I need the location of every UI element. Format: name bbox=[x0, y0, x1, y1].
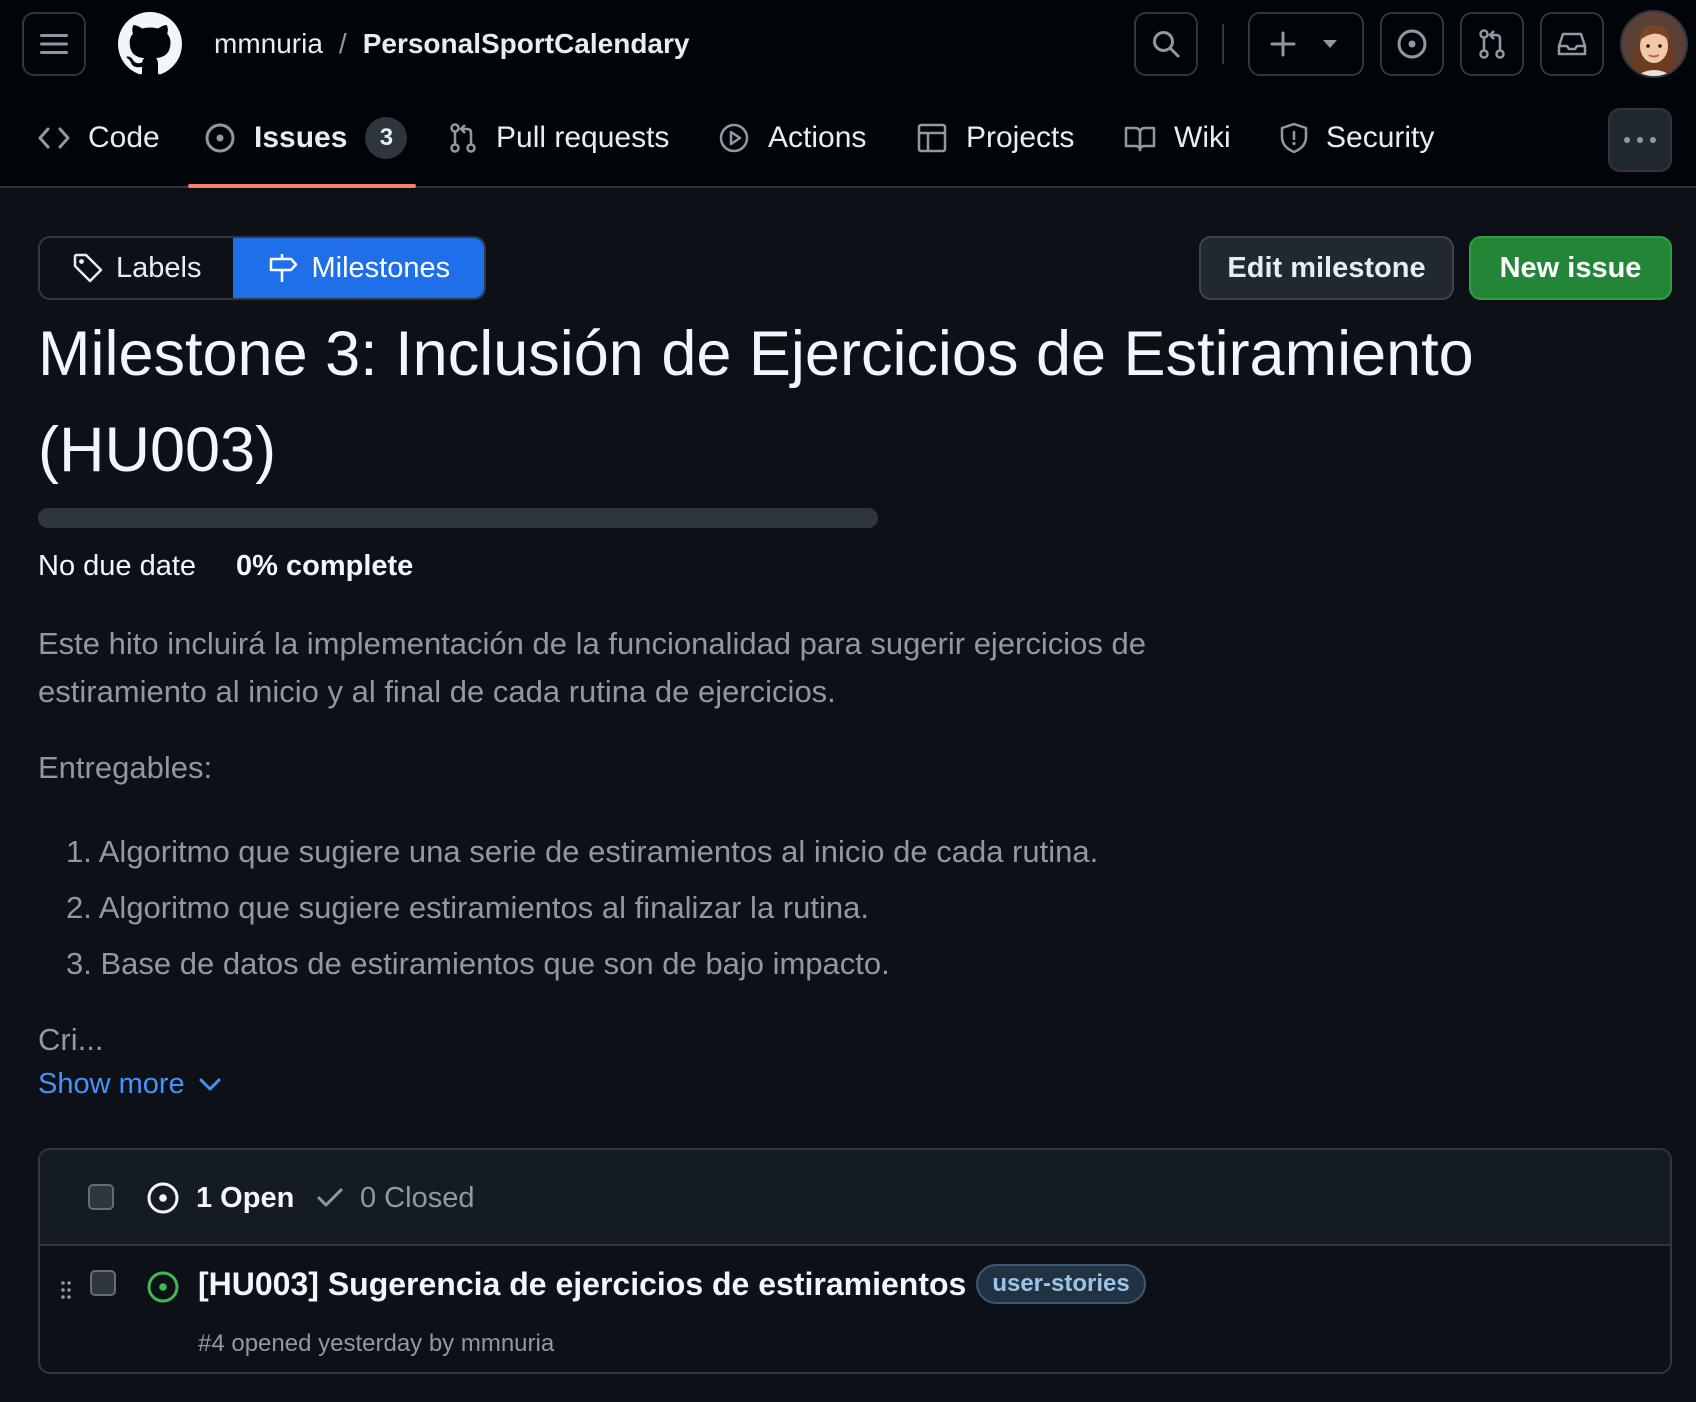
tab-projects-label: Projects bbox=[966, 121, 1075, 154]
app-header: mmnuria / PersonalSportCalendary bbox=[0, 0, 1696, 88]
tab-issues[interactable]: Issues 3 bbox=[204, 108, 408, 168]
check-icon bbox=[316, 1187, 344, 1209]
breadcrumb-separator: / bbox=[338, 28, 347, 59]
list-item: 1. Algoritmo que sugiere una serie de es… bbox=[66, 834, 1099, 869]
issue-opened-icon bbox=[1396, 28, 1428, 60]
tab-wiki-label: Wiki bbox=[1174, 121, 1231, 154]
list-item: 3. Base de datos de estiramientos que so… bbox=[66, 946, 890, 981]
milestone-meta: No due date 0% complete bbox=[38, 548, 413, 584]
tab-actions-label: Actions bbox=[768, 121, 867, 154]
milestone-description: Este hito incluirá la implementación de … bbox=[38, 626, 1146, 709]
labels-link-label: Labels bbox=[116, 251, 202, 284]
shield-icon bbox=[1280, 122, 1308, 154]
code-icon bbox=[38, 125, 70, 151]
edit-milestone-button[interactable]: Edit milestone bbox=[1199, 236, 1454, 300]
issue-checkbox[interactable] bbox=[90, 1270, 116, 1296]
tab-pull-requests[interactable]: Pull requests bbox=[448, 108, 669, 168]
deliverables-heading: Entregables: bbox=[38, 750, 213, 785]
tab-wiki[interactable]: Wiki bbox=[1124, 108, 1231, 168]
labels-link[interactable]: Labels bbox=[40, 238, 233, 298]
show-more-button[interactable]: Show more bbox=[38, 1068, 221, 1101]
issue-title-row: [HU003] Sugerencia de ejercicios de esti… bbox=[198, 1264, 1146, 1304]
triangle-down-icon bbox=[1322, 39, 1338, 49]
breadcrumb: mmnuria / PersonalSportCalendary bbox=[214, 22, 689, 66]
issue-opened-icon bbox=[146, 1270, 180, 1304]
issue-opened-icon bbox=[204, 122, 236, 154]
milestones-link[interactable]: Milestones bbox=[233, 238, 485, 298]
header-divider bbox=[1222, 24, 1224, 64]
breadcrumb-repo[interactable]: PersonalSportCalendary bbox=[363, 28, 690, 60]
deliverables-list: 1. Algoritmo que sugiere una serie de es… bbox=[66, 824, 1098, 992]
inbox-button[interactable] bbox=[1540, 12, 1604, 76]
tab-projects[interactable]: Projects bbox=[916, 108, 1074, 168]
issue-title-link[interactable]: [HU003] Sugerencia de ejercicios de esti… bbox=[198, 1266, 966, 1303]
avatar[interactable] bbox=[1620, 10, 1688, 78]
list-item: 2. Algoritmo que sugiere estiramientos a… bbox=[66, 890, 869, 925]
show-more-label: Show more bbox=[38, 1068, 185, 1100]
create-new-button[interactable] bbox=[1248, 12, 1364, 76]
issue-label-badge[interactable]: user-stories bbox=[976, 1264, 1146, 1304]
inbox-icon bbox=[1556, 29, 1588, 59]
closed-issues-filter[interactable]: 0 Closed bbox=[316, 1178, 474, 1218]
milestone-icon bbox=[267, 252, 299, 284]
selected-tab-indicator bbox=[188, 184, 416, 188]
select-all-checkbox[interactable] bbox=[88, 1184, 114, 1210]
completion-value: 0% complete bbox=[236, 549, 414, 582]
tag-icon bbox=[72, 252, 104, 284]
repo-nav: Code Issues 3 Pull requests Actions Proj… bbox=[0, 88, 1696, 188]
tab-code[interactable]: Code bbox=[38, 108, 160, 168]
open-issues-label: 1 Open bbox=[196, 1181, 295, 1214]
issue-meta: #4 opened yesterday by mmnuria bbox=[198, 1330, 555, 1357]
issue-opened-icon bbox=[146, 1181, 180, 1215]
git-pull-request-icon bbox=[1476, 28, 1508, 60]
tab-security-label: Security bbox=[1326, 121, 1435, 154]
more-tabs-button[interactable] bbox=[1608, 108, 1672, 172]
labels-milestones-subnav: Labels Milestones bbox=[38, 236, 487, 300]
completion-percent: 0% complete bbox=[236, 550, 413, 583]
truncated-description: Cri... bbox=[38, 1022, 104, 1057]
closed-issues-label: 0 Closed bbox=[360, 1181, 475, 1214]
open-issues-filter[interactable]: 1 Open bbox=[146, 1178, 294, 1218]
issues-box-header: 1 Open 0 Closed bbox=[40, 1150, 1670, 1246]
search-button[interactable] bbox=[1134, 12, 1198, 76]
tab-code-label: Code bbox=[88, 121, 160, 154]
tab-security[interactable]: Security bbox=[1280, 108, 1434, 168]
new-issue-button[interactable]: New issue bbox=[1469, 236, 1672, 300]
git-pull-request-icon bbox=[448, 122, 478, 154]
chevron-down-icon bbox=[199, 1078, 221, 1092]
pull-requests-button[interactable] bbox=[1460, 12, 1524, 76]
grabber-icon[interactable] bbox=[60, 1280, 72, 1300]
milestone-issues-box: 1 Open 0 Closed [HU003] Sugerencia de ej… bbox=[38, 1148, 1672, 1374]
search-icon bbox=[1151, 29, 1181, 59]
tab-pull-requests-label: Pull requests bbox=[496, 121, 670, 154]
issues-button[interactable] bbox=[1380, 12, 1444, 76]
book-icon bbox=[1124, 124, 1156, 152]
milestone-title: Milestone 3: Inclusión de Ejercicios de … bbox=[38, 319, 1474, 485]
github-logo[interactable] bbox=[118, 12, 182, 76]
tab-issues-label: Issues bbox=[254, 121, 348, 154]
play-icon bbox=[718, 122, 750, 154]
plus-icon bbox=[1270, 31, 1296, 57]
table-row[interactable]: [HU003] Sugerencia de ejercicios de esti… bbox=[40, 1246, 1670, 1372]
due-date: No due date bbox=[38, 549, 197, 582]
menu-button[interactable] bbox=[22, 12, 86, 76]
milestone-progress-bar bbox=[38, 508, 878, 528]
menu-icon bbox=[39, 32, 69, 56]
kebab-horizontal-icon bbox=[1623, 136, 1657, 144]
issues-counter: 3 bbox=[365, 117, 408, 159]
milestones-link-label: Milestones bbox=[311, 251, 451, 284]
table-icon bbox=[916, 122, 948, 154]
tab-actions[interactable]: Actions bbox=[718, 108, 866, 168]
breadcrumb-owner[interactable]: mmnuria bbox=[214, 28, 323, 60]
